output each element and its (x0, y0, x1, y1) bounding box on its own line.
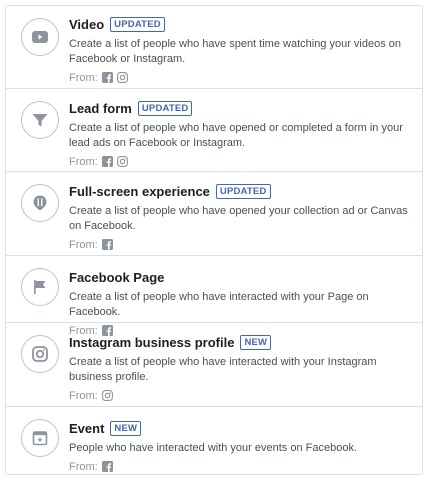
option-description: Create a list of people who have opened … (69, 122, 403, 149)
source-platforms: From: (69, 237, 408, 252)
funnel-icon (21, 101, 59, 139)
option-description: Create a list of people who have interac… (69, 356, 377, 383)
option-title: Facebook Page (69, 269, 165, 285)
instagram-profile-icon (21, 335, 59, 373)
source-platforms: From: (69, 459, 408, 474)
from-label: From: (69, 238, 98, 251)
instagram-icon (116, 156, 128, 167)
source-option-video[interactable]: Video UPDATED Create a list of people wh… (6, 6, 422, 89)
from-label: From: (69, 460, 98, 473)
option-description: Create a list of people who have interac… (69, 291, 369, 318)
source-option-lead-form[interactable]: Lead form UPDATED Create a list of peopl… (6, 89, 422, 172)
source-option-instagram-business-profile[interactable]: Instagram business profile NEW Create a … (6, 323, 422, 407)
option-title: Full-screen experience (69, 183, 210, 199)
facebook-icon (101, 156, 113, 167)
option-description: People who have interacted with your eve… (69, 442, 358, 454)
from-label: From: (69, 71, 98, 84)
option-description: Create a list of people who have spent t… (69, 38, 402, 65)
new-badge: NEW (240, 334, 272, 350)
source-option-full-screen-experience[interactable]: Full-screen experience UPDATED Create a … (6, 172, 422, 256)
instagram-icon (116, 72, 128, 83)
new-badge: NEW (110, 420, 142, 436)
updated-badge: UPDATED (110, 16, 165, 32)
facebook-icon (101, 239, 113, 250)
from-label: From: (69, 155, 98, 168)
facebook-icon (101, 72, 113, 83)
facebook-icon (101, 461, 113, 472)
source-platforms: From: (69, 154, 408, 169)
instagram-icon (101, 390, 113, 401)
source-platforms: From: (69, 70, 408, 85)
updated-badge: UPDATED (215, 183, 271, 199)
calendar-event-icon (21, 419, 59, 457)
source-option-facebook-page[interactable]: Facebook Page Create a list of people wh… (6, 256, 422, 337)
option-title: Lead form (69, 100, 132, 116)
option-description: Create a list of people who have opened … (69, 205, 408, 232)
source-option-event[interactable]: Event NEW People who have interacted wit… (6, 407, 422, 474)
flag-icon (21, 268, 59, 306)
option-title: Event (69, 420, 105, 436)
play-video-icon (21, 18, 59, 56)
from-label: From: (69, 389, 98, 402)
updated-badge: UPDATED (137, 100, 193, 116)
source-platforms: From: (69, 388, 408, 403)
option-title: Video (69, 16, 105, 32)
full-screen-experience-icon (21, 184, 59, 222)
source-list-card: Video UPDATED Create a list of people wh… (5, 5, 423, 475)
option-title: Instagram business profile (69, 334, 235, 350)
